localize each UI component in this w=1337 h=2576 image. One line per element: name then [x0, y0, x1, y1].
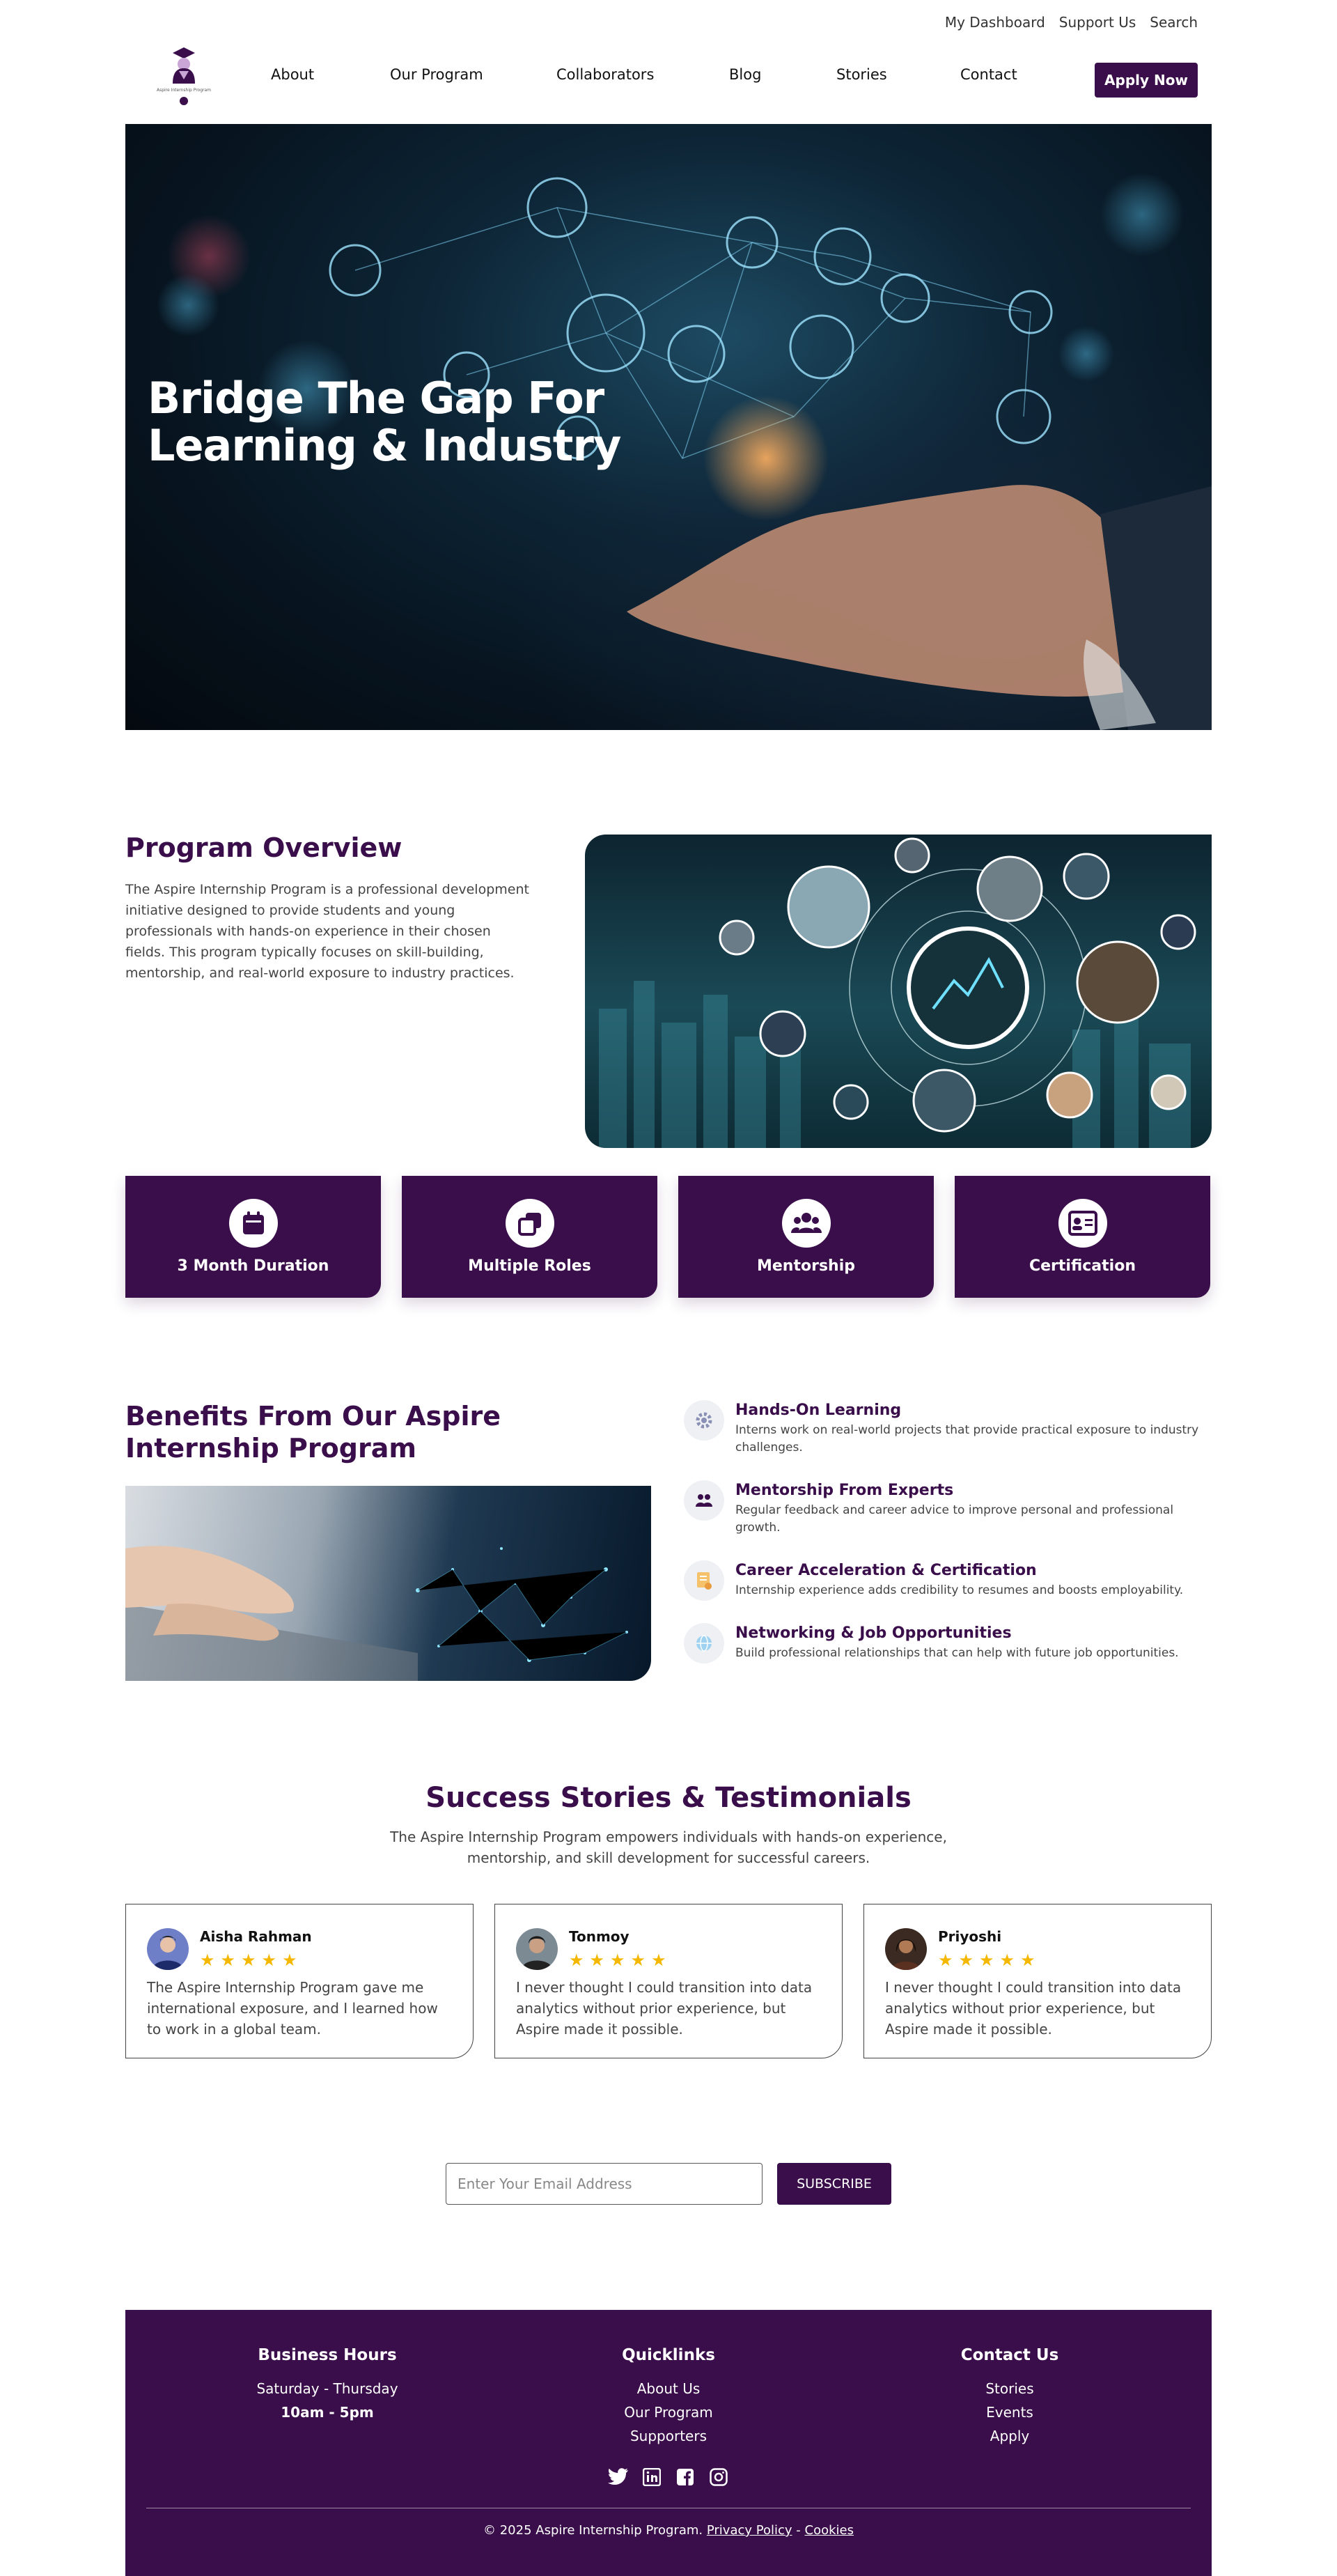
- testimonial-name: Priyoshi: [938, 1928, 1002, 1945]
- benefit-item: Hands-On Learning Interns work on real-w…: [684, 1400, 1216, 1457]
- utility-nav: My Dashboard Support Us Search: [945, 14, 1198, 31]
- search-link[interactable]: Search: [1150, 14, 1198, 31]
- testimonial-name: Tonmoy: [569, 1928, 630, 1945]
- testimonials-subtitle: The Aspire Internship Program empowers i…: [390, 1829, 947, 1866]
- footer-contact-title: Contact Us: [960, 2346, 1059, 2364]
- overview-title: Program Overview: [125, 832, 402, 863]
- network-circles-graphic: [599, 837, 1196, 1148]
- nav-contact[interactable]: Contact: [960, 66, 1017, 83]
- benefits-title: Benefits From Our Aspire Internship Prog…: [125, 1401, 501, 1464]
- calendar-icon: [228, 1199, 278, 1248]
- twitter-icon[interactable]: [608, 2467, 629, 2488]
- footer-contact: Contact Us Stories Events Apply: [870, 2346, 1149, 2448]
- feature-label: Multiple Roles: [468, 1257, 591, 1275]
- overview-image: [585, 835, 1212, 1148]
- people-icon: [684, 1480, 724, 1521]
- gear-icon: [684, 1400, 724, 1441]
- footer-link-about-us[interactable]: About Us: [529, 2377, 808, 2400]
- hero-title-line-2: Learning & Industry: [148, 420, 621, 471]
- testimonial-name: Aisha Rahman: [200, 1928, 312, 1945]
- footer-link-supporters[interactable]: Supporters: [529, 2424, 808, 2448]
- graduate-logo-icon: [173, 47, 195, 84]
- benefit-item: Mentorship From Experts Regular feedback…: [684, 1480, 1216, 1537]
- feature-label: Certification: [1029, 1257, 1136, 1275]
- nav-stories[interactable]: Stories: [836, 66, 887, 83]
- benefit-title: Mentorship From Experts: [735, 1482, 954, 1499]
- certificate-icon: [684, 1560, 724, 1601]
- feature-card-certification: Certification: [955, 1176, 1210, 1298]
- footer-hours-title: Business Hours: [258, 2346, 397, 2364]
- star-rating: ★★★★★: [200, 1950, 303, 1970]
- benefit-text: Interns work on real-world projects that…: [735, 1423, 1199, 1454]
- footer-link-stories[interactable]: Stories: [870, 2377, 1149, 2400]
- testimonials-title: Success Stories & Testimonials: [425, 1782, 912, 1814]
- benefit-text: Build professional relationships that ca…: [735, 1646, 1179, 1660]
- group-icon: [781, 1199, 831, 1248]
- hero-title: Bridge The Gap For Learning & Industry: [148, 373, 621, 471]
- layers-icon: [505, 1199, 554, 1248]
- site-footer: Business Hours Saturday - Thursday 10am …: [125, 2310, 1212, 2576]
- copyright-separator: -: [796, 2523, 801, 2538]
- cookies-link[interactable]: Cookies: [805, 2523, 854, 2538]
- instagram-icon[interactable]: [708, 2467, 729, 2488]
- testimonial-card: Priyoshi ★★★★★ I never thought I could t…: [863, 1904, 1212, 2058]
- facebook-icon[interactable]: [675, 2467, 696, 2488]
- globe-icon: [684, 1623, 724, 1663]
- benefit-item: Career Acceleration & Certification Inte…: [684, 1560, 1216, 1601]
- overview-text: The Aspire Internship Program is a profe…: [125, 882, 529, 981]
- linkedin-icon[interactable]: [641, 2467, 662, 2488]
- testimonial-text: I never thought I could transition into …: [885, 1979, 1182, 2038]
- footer-quicklinks-title: Quicklinks: [622, 2346, 715, 2364]
- feature-card-duration: 3 Month Duration: [125, 1176, 381, 1298]
- typing-hands-graphic: [125, 1546, 628, 1681]
- testimonial-text: The Aspire Internship Program gave me in…: [147, 1979, 438, 2038]
- benefit-title: Networking & Job Opportunities: [735, 1624, 1012, 1642]
- nav-our-program[interactable]: Our Program: [390, 66, 483, 83]
- footer-business-hours: Business Hours Saturday - Thursday 10am …: [188, 2346, 467, 2424]
- star-rating: ★★★★★: [569, 1950, 672, 1970]
- star-rating: ★★★★★: [938, 1950, 1041, 1970]
- hero-title-line-1: Bridge The Gap For: [148, 373, 604, 424]
- copyright: © 2025 Aspire Internship Program. Privac…: [125, 2523, 1212, 2538]
- hero-banner: Bridge The Gap For Learning & Industry: [125, 124, 1212, 730]
- site-logo[interactable]: Aspire Internship Program: [152, 43, 216, 118]
- benefit-text: Internship experience adds credibility t…: [735, 1583, 1184, 1597]
- footer-link-apply[interactable]: Apply: [870, 2424, 1149, 2448]
- nav-about[interactable]: About: [271, 66, 314, 83]
- nav-collaborators[interactable]: Collaborators: [556, 66, 654, 83]
- logo-dot: [180, 97, 188, 105]
- support-us-link[interactable]: Support Us: [1059, 14, 1136, 31]
- feature-card-roles: Multiple Roles: [402, 1176, 657, 1298]
- subscribe-button[interactable]: SUBSCRIBE: [777, 2163, 891, 2205]
- my-dashboard-link[interactable]: My Dashboard: [945, 14, 1045, 31]
- benefit-item: Networking & Job Opportunities Build pro…: [684, 1623, 1216, 1663]
- footer-hours-days: Saturday - Thursday: [256, 2380, 398, 2397]
- testimonial-card: Aisha Rahman ★★★★★ The Aspire Internship…: [125, 1904, 474, 2058]
- benefit-title: Hands-On Learning: [735, 1402, 902, 1419]
- feature-label: 3 Month Duration: [177, 1257, 329, 1275]
- privacy-policy-link[interactable]: Privacy Policy: [707, 2523, 792, 2538]
- feature-label: Mentorship: [756, 1257, 855, 1275]
- footer-hours-time: 10am - 5pm: [281, 2404, 374, 2421]
- feature-card-mentorship: Mentorship: [678, 1176, 934, 1298]
- testimonial-card: Tonmoy ★★★★★ I never thought I could tra…: [494, 1904, 843, 2058]
- social-links: [125, 2467, 1212, 2488]
- id-card-icon: [1058, 1199, 1107, 1248]
- benefit-text: Regular feedback and career advice to im…: [735, 1503, 1174, 1535]
- footer-link-our-program[interactable]: Our Program: [529, 2400, 808, 2424]
- copyright-text: © 2025 Aspire Internship Program.: [483, 2523, 703, 2538]
- avatar: [516, 1928, 558, 1970]
- testimonial-text: I never thought I could transition into …: [516, 1979, 813, 2038]
- footer-quicklinks: Quicklinks About Us Our Program Supporte…: [529, 2346, 808, 2448]
- email-input[interactable]: [446, 2163, 763, 2205]
- logo-text: Aspire Internship Program: [156, 88, 212, 93]
- nav-blog[interactable]: Blog: [729, 66, 761, 83]
- footer-link-events[interactable]: Events: [870, 2400, 1149, 2424]
- apply-now-button[interactable]: Apply Now: [1095, 63, 1198, 98]
- avatar: [147, 1928, 189, 1970]
- avatar: [885, 1928, 927, 1970]
- benefit-title: Career Acceleration & Certification: [735, 1562, 1037, 1579]
- benefits-image: [125, 1486, 651, 1681]
